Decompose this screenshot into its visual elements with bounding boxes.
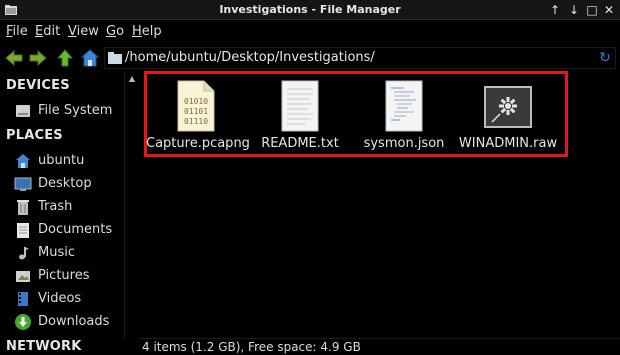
file-view[interactable]: 01010 01101 01110 Capture.pcapng README.… [139, 71, 620, 338]
sidebar-header-devices: DEVICES [6, 78, 70, 93]
location-bar[interactable]: /home/ubuntu/Desktop/Investigations/ ↻ [104, 47, 616, 69]
music-icon [19, 247, 29, 260]
pictures-icon [16, 271, 30, 282]
title-bar: Investigations - File Manager ↑ ↓ □ ✕ [0, 0, 620, 20]
documents-icon [17, 223, 29, 238]
svg-text:01101: 01101 [184, 107, 208, 116]
sidebar-item-label: Desktop [38, 176, 92, 191]
back-arrow-icon[interactable] [4, 48, 24, 68]
home-icon [16, 154, 30, 168]
text-file-icon [281, 80, 319, 132]
file-item[interactable]: README.txt [250, 80, 350, 156]
menu-edit[interactable]: Edit [35, 24, 60, 39]
status-bar: 4 items (1.2 GB), Free space: 4.9 GB [139, 338, 620, 355]
sidebar-item-label: Downloads [38, 314, 110, 329]
minimize-icon[interactable]: ↓ [566, 2, 582, 18]
file-name: WINADMIN.raw [458, 136, 558, 151]
sidebar-header-places: PLACES [6, 128, 63, 143]
desktop-icon [14, 177, 32, 191]
location-path[interactable]: /home/ubuntu/Desktop/Investigations/ [125, 50, 375, 65]
file-name: sysmon.json [363, 136, 445, 151]
binary-file-icon: 01010 01101 01110 [177, 80, 215, 132]
sidebar-item-label: Videos [38, 291, 82, 306]
file-item[interactable]: WINADMIN.raw [458, 80, 558, 156]
sidebar-item-videos[interactable]: Videos [14, 289, 122, 309]
raw-file-icon [484, 86, 532, 128]
home-icon[interactable] [80, 48, 100, 68]
sidebar-item-label: ubuntu [38, 153, 85, 168]
maximize-up-icon[interactable]: ↑ [547, 2, 563, 18]
sidebar-item-pictures[interactable]: Pictures [14, 266, 122, 286]
sidebar-item-label: Trash [38, 199, 73, 214]
sidebar-header-network: NETWORK [6, 339, 82, 354]
up-arrow-icon[interactable] [55, 48, 75, 68]
json-file-icon [385, 80, 423, 132]
sidebar-item-desktop[interactable]: Desktop [14, 174, 122, 194]
menu-go[interactable]: Go [106, 24, 124, 39]
menu-view[interactable]: View [68, 24, 99, 39]
svg-text:01010: 01010 [184, 97, 208, 106]
sidebar-item-file-system[interactable]: File System [14, 101, 122, 121]
file-item[interactable]: sysmon.json [354, 80, 454, 156]
file-name: README.txt [261, 136, 339, 151]
trash-icon [17, 200, 29, 215]
file-item[interactable]: 01010 01101 01110 Capture.pcapng [146, 80, 250, 156]
reload-icon[interactable]: ↻ [597, 50, 613, 66]
sidebar-item-music[interactable]: Music [14, 243, 122, 263]
sidebar-item-label: Documents [38, 222, 113, 237]
sidebar-scrollbar[interactable]: ▲ ▼ [124, 72, 138, 355]
downloads-icon [15, 314, 31, 330]
drive-icon [16, 105, 30, 117]
file-name: Capture.pcapng [146, 136, 250, 151]
sidebar: DEVICES File System PLACES ubuntu Deskto… [0, 72, 124, 355]
status-spacer [124, 338, 139, 355]
sidebar-item-ubuntu[interactable]: ubuntu [14, 151, 122, 171]
forward-arrow-icon[interactable] [28, 48, 48, 68]
sidebar-item-trash[interactable]: Trash [14, 197, 122, 217]
restore-icon[interactable]: □ [584, 2, 600, 18]
svg-text:01110: 01110 [184, 117, 208, 126]
sidebar-item-documents[interactable]: Documents [14, 220, 122, 240]
sidebar-item-label: Pictures [38, 268, 90, 283]
sidebar-item-label: Music [38, 245, 75, 260]
folder-icon [108, 52, 122, 64]
videos-icon [18, 292, 28, 306]
window-title: Investigations - File Manager [219, 3, 401, 16]
menu-bar: File Edit View Go Help [0, 20, 620, 44]
sidebar-item-label: File System [38, 103, 113, 118]
close-icon[interactable]: ✕ [601, 2, 617, 18]
scroll-up-icon[interactable]: ▲ [127, 74, 137, 84]
status-text: 4 items (1.2 GB), Free space: 4.9 GB [142, 340, 361, 354]
menu-file[interactable]: File [6, 24, 28, 39]
sidebar-item-downloads[interactable]: Downloads [14, 312, 122, 332]
menu-help[interactable]: Help [132, 24, 162, 39]
